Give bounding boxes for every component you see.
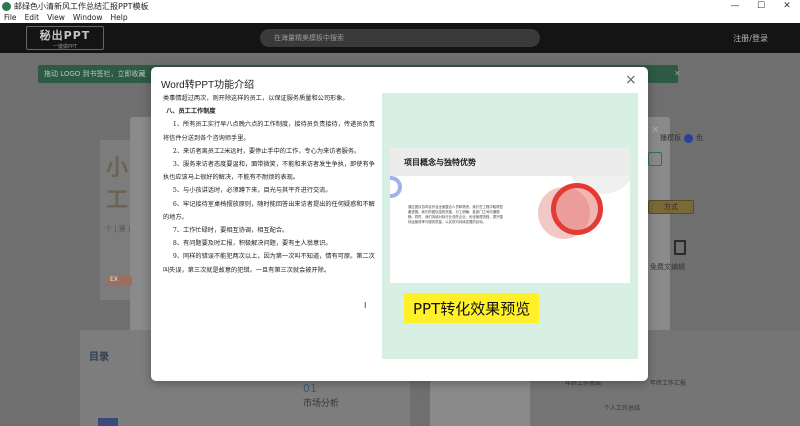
logo-sub-text: 一键做PPT	[52, 43, 78, 50]
maximize-button[interactable]: ☐	[748, 0, 774, 12]
slide-body-text: 通过团队协同合作及全面整合人员和物资，我们在工程中取得显著进展。我们的团队结构完…	[408, 205, 503, 224]
word-document-preview[interactable]: 类事情超过两次，则开除这样的员工，以保证服务质量和公司形象。 八、员工工作制度 …	[163, 92, 377, 374]
doc-paragraph: 5、与小孩讲话时，必须蹲下来，目光与其平齐进行交流。	[172, 187, 332, 195]
background-thumbnail	[98, 418, 118, 426]
login-link[interactable]: 注册/登录	[733, 33, 768, 44]
background-toc-label: 目录	[89, 352, 109, 363]
menu-view[interactable]: View	[43, 13, 69, 22]
background-ex-badge: EX	[108, 276, 132, 286]
minimize-button[interactable]: —	[722, 0, 748, 12]
doc-paragraph: 6、牢记接待室桌椅摆放原则，随时能回答出来访者提出的任何疑惑和不解的地方。	[163, 200, 375, 221]
dialog-title: Word转PPT功能介绍	[161, 80, 255, 91]
doc-paragraph: 类事情超过两次，则开除这样的员工，以保证服务质量和公司形象。	[163, 95, 349, 102]
slide-decor-arc	[390, 176, 402, 198]
menu-bar: File Edit View Window Help	[0, 12, 800, 23]
menu-file[interactable]: File	[0, 13, 21, 22]
word-to-ppt-dialog: Word转PPT功能介绍 × 类事情超过两次，则开除这样的员工，以保证服务质量和…	[151, 67, 648, 381]
document-icon	[674, 240, 686, 255]
related-link-3[interactable]: 个人工作总结	[604, 403, 640, 412]
color-toggle[interactable]	[684, 133, 693, 143]
dialog-close-icon[interactable]: ×	[625, 73, 637, 87]
app-icon	[2, 1, 11, 11]
doc-paragraph: 9、同样的错误不能犯两次以上，因为第一次叫不知道，情有可原。第二次叫失误，第三次…	[163, 253, 375, 274]
background-heading-a: 小	[106, 156, 129, 181]
doc-paragraph: 3、服务来访者态度要温和，面带微笑，不能和来访者发生争执，即使有争执也应该马上很…	[163, 161, 375, 182]
slide-decor-red-ring	[551, 183, 603, 235]
doc-heading: 八、员工工作制度	[166, 108, 216, 116]
background-close-icon[interactable]: ✕	[651, 125, 659, 136]
slide-preview: 项目概念与独特优势 通过团队协同合作及全面整合人员和物资，我们在工程中取得显著进…	[390, 148, 630, 283]
text-cursor-icon: I	[364, 301, 367, 310]
site-logo[interactable]: 秘出PPT 一键做PPT	[26, 26, 104, 50]
background-option: 播模板 色	[660, 133, 703, 143]
slide-title: 项目概念与独特优势	[404, 158, 476, 167]
doc-paragraph: 7、工作忙碌时，要相互协调，相互配合。	[172, 227, 289, 235]
search-input[interactable]: 在海量精美模板中搜索	[260, 29, 540, 47]
background-method-button[interactable]: 方式	[648, 200, 694, 214]
background-subtitle: 个 | 第 |	[105, 225, 131, 233]
doc-paragraph: 8、有问题要及时汇报，积极解决问题，要有主人翁意识。	[172, 240, 332, 248]
preview-caption: PPT转化效果预览	[404, 293, 540, 323]
background-heading-b: 工	[106, 188, 129, 213]
background-section-title: 市场分析	[303, 399, 340, 409]
background-option-label: 播模板	[660, 134, 681, 142]
logo-main-text: 秘出PPT	[39, 28, 91, 42]
ppt-preview-panel: 项目概念与独特优势 通过团队协同合作及全面整合人员和物资，我们在工程中取得显著进…	[382, 93, 638, 359]
background-section-number: 01	[303, 382, 317, 395]
close-window-button[interactable]: ✕	[774, 0, 800, 12]
background-option-suffix: 色	[696, 134, 703, 142]
title-bar: 邮绿色小清新风工作总结汇报PPT模板 — ☐ ✕	[0, 0, 800, 12]
menu-help[interactable]: Help	[106, 13, 131, 22]
background-edit-label: 免费文编辑	[650, 263, 685, 271]
menu-edit[interactable]: Edit	[21, 13, 44, 22]
menu-window[interactable]: Window	[69, 13, 107, 22]
notice-close-icon[interactable]: ✕	[674, 69, 681, 78]
window-title: 邮绿色小清新风工作总结汇报PPT模板	[14, 1, 149, 11]
doc-paragraph: 1、所有员工实行早八点晚六点的工作制度，接待员负责接待，传递员负责将信件分送到各…	[163, 121, 375, 142]
doc-paragraph: 2、来访者离员工2米远时，要停止手中的工作，专心为来访者服务。	[172, 147, 361, 155]
background-button[interactable]	[648, 152, 662, 166]
related-link-2[interactable]: 年终工作汇报	[650, 378, 686, 387]
app-header: 秘出PPT 一键做PPT 在海量精美模板中搜索 注册/登录	[0, 23, 800, 53]
